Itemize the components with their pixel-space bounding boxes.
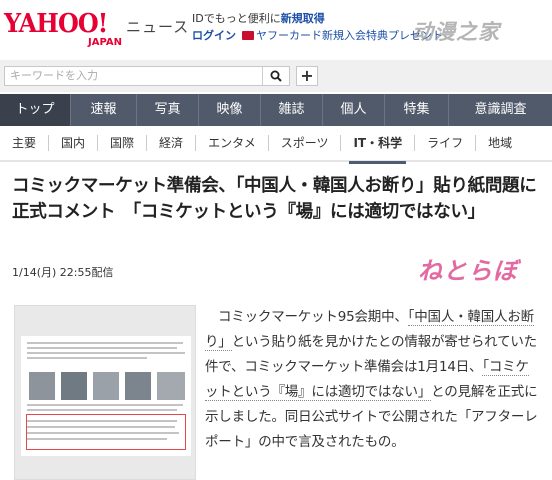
login-promo-line: ログイン ヤフーカード新規入会特典プレゼント [192,29,443,43]
category-item-international[interactable]: 国際 [97,135,146,151]
main-nav-item-individuals[interactable]: 個人 [322,94,384,126]
main-nav-item-photos[interactable]: 写真 [136,94,198,126]
credit-card-icon [242,31,254,40]
search-bar: キーワードを入力 + [0,60,552,92]
main-nav-item-video[interactable]: 映像 [198,94,260,126]
main-nav-item-top[interactable]: トップ [0,94,70,126]
category-item-entertainment[interactable]: エンタメ [195,135,268,151]
report-page-image [21,336,191,456]
article-image[interactable] [14,305,196,480]
main-nav-item-breaking[interactable]: 速報 [70,94,136,126]
main-nav-item-features[interactable]: 特集 [384,94,448,126]
logo-subtitle: JAPAN [88,37,122,48]
category-item-economy[interactable]: 経済 [146,135,195,151]
logo-wordmark: YAHOO! [4,9,108,39]
register-link[interactable]: 新規取得 [281,12,325,25]
category-item-main[interactable]: 主要 [0,135,48,151]
category-item-domestic[interactable]: 国内 [48,135,97,151]
id-promo-line: IDでもっと便利に新規取得 [192,12,325,26]
id-prompt-text: IDでもっと便利に [192,12,281,25]
article-headline: コミックマーケット準備会、「中国人・韓国人お断り」貼り紙問題に正式コメント 「コ… [12,176,537,222]
main-nav-item-surveys[interactable]: 意識調査 [448,94,552,126]
main-nav: トップ 速報 写真 映像 雑誌 個人 特集 意識調査 [0,94,552,126]
add-button[interactable]: + [296,66,318,86]
category-item-it-science[interactable]: IT・科学 [340,135,414,164]
login-link[interactable]: ログイン [192,29,236,42]
article-body: コミックマーケット95会期中、「中国人・韓国人お断り」という貼り紙を見かけたとの… [205,305,540,455]
category-item-local[interactable]: 地域 [475,135,524,151]
section-title[interactable]: ニュース [126,18,189,36]
watermark: 动漫之家 [412,19,500,44]
category-item-life[interactable]: ライフ [414,135,475,151]
article-date: 1/14(月) 22:55配信 [12,266,114,279]
yahoo-japan-logo[interactable]: YAHOO! JAPAN [4,10,122,48]
search-icon [270,70,282,82]
search-input[interactable]: キーワードを入力 [4,66,290,86]
search-button[interactable] [262,67,288,85]
site-header: YAHOO! JAPAN ニュース IDでもっと便利に新規取得 ログイン ヤフーカ… [0,0,552,58]
body-segment: コミックマーケット95会期中、 [218,309,408,325]
source-logo[interactable]: ねとらぼ [418,256,538,292]
category-nav: 主要 国内 国際 経済 エンタメ スポーツ IT・科学 ライフ 地域 [0,126,552,164]
main-nav-item-magazines[interactable]: 雑誌 [260,94,322,126]
category-item-sports[interactable]: スポーツ [267,135,341,151]
